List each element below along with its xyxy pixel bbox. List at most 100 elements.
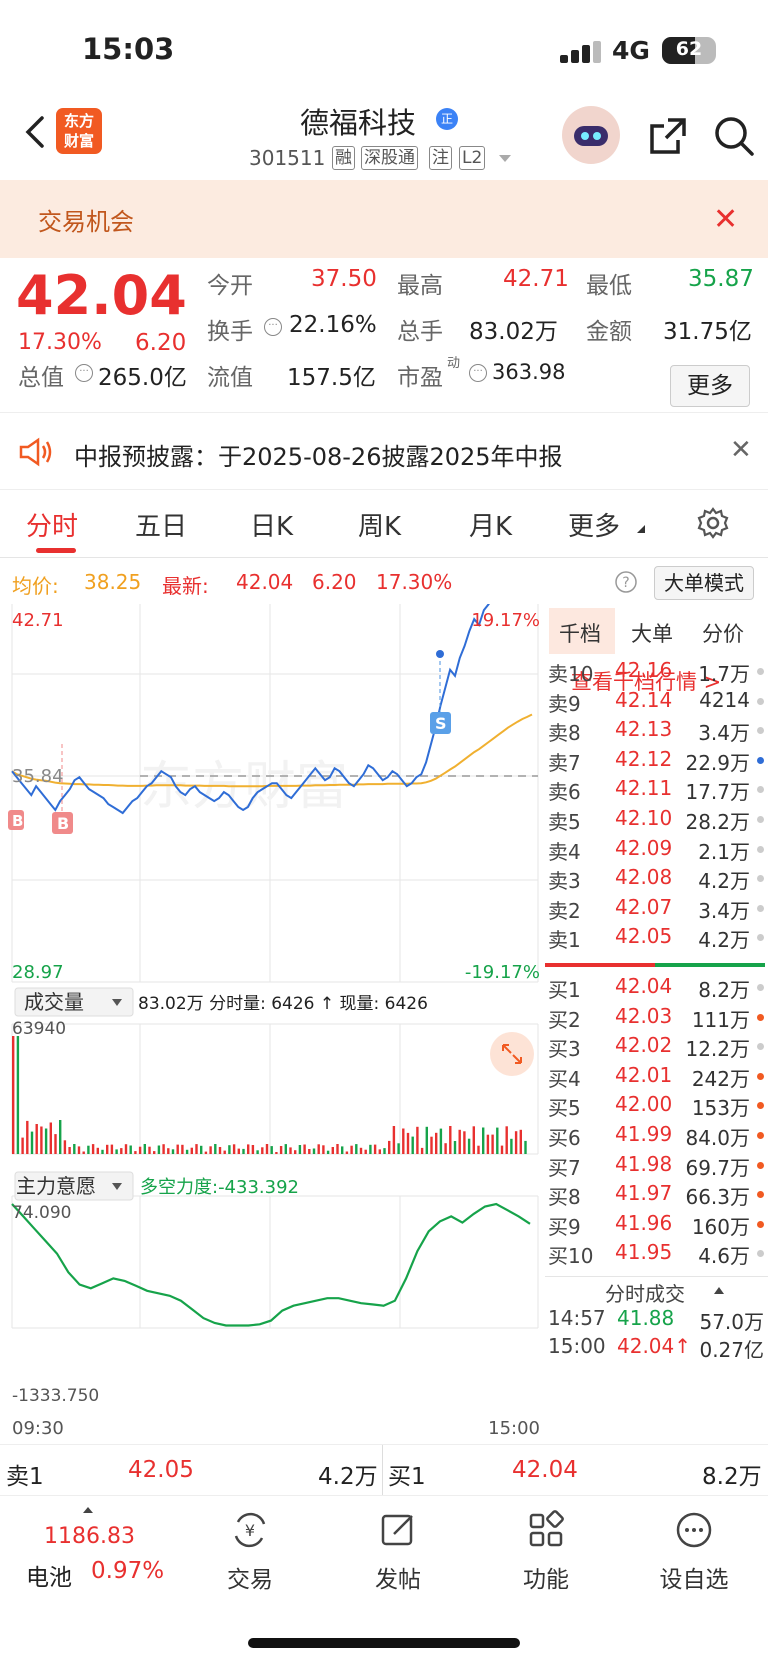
- tab-more[interactable]: 更多: [568, 506, 620, 543]
- tab-indicator: [36, 548, 76, 553]
- ask-row[interactable]: 卖10 42.16 1.7万: [545, 658, 768, 688]
- volume-bar: [143, 1144, 146, 1154]
- ask-row[interactable]: 卖4 42.09 2.1万: [545, 836, 768, 866]
- sell-marker[interactable]: S: [430, 712, 451, 734]
- last-value: 42.04: [236, 570, 294, 594]
- big-order-mode-button[interactable]: 大单模式: [654, 566, 754, 600]
- volume-bar: [209, 1146, 212, 1154]
- tab-depth[interactable]: 千档: [559, 618, 601, 648]
- tab-big-order[interactable]: 大单: [631, 618, 673, 648]
- bid-row[interactable]: 买9 41.96 160万: [545, 1211, 768, 1241]
- bid-ask-ratio-green: [655, 963, 765, 967]
- info-icon[interactable]: ···: [75, 364, 93, 382]
- y-bottom-label: 28.97: [12, 962, 64, 983]
- ask-row[interactable]: 卖5 42.10 28.2万: [545, 806, 768, 836]
- tab-daily-k[interactable]: 日K: [250, 506, 293, 543]
- info-icon[interactable]: ···: [264, 318, 282, 336]
- ask-price: 42.14: [615, 687, 673, 712]
- tab-price-distribution[interactable]: 分价: [702, 618, 744, 648]
- buy-marker-label: B: [12, 812, 23, 830]
- tick-price: 41.88: [617, 1306, 675, 1330]
- y-top-pct-label: 19.17%: [471, 610, 540, 631]
- notice-bar[interactable]: 中报预披露：于2025-08-26披露2025年中报 ✕: [0, 412, 768, 490]
- ask-row[interactable]: 卖1 42.05 4.2万: [545, 924, 768, 954]
- ask-row[interactable]: 卖2 42.07 3.4万: [545, 895, 768, 925]
- status-dot: [757, 984, 764, 991]
- bid-volume: 84.0万: [685, 1126, 750, 1150]
- share-icon[interactable]: [646, 114, 690, 158]
- bid-row[interactable]: 买6 41.99 84.0万: [545, 1122, 768, 1152]
- ask-row[interactable]: 卖6 42.11 17.7万: [545, 776, 768, 806]
- bid-row[interactable]: 买1 42.04 8.2万: [545, 974, 768, 1004]
- settings-icon[interactable]: [696, 506, 730, 540]
- bid-price: 42.01: [615, 1062, 673, 1087]
- ticks-title[interactable]: 分时成交: [605, 1278, 685, 1307]
- bid-row[interactable]: 买3 42.02 12.2万: [545, 1033, 768, 1063]
- network-type: 4G: [612, 36, 650, 65]
- ask-row[interactable]: 卖9 42.14 4214: [545, 688, 768, 718]
- pe-label: 市盈: [397, 365, 443, 391]
- volume-bar: [510, 1138, 513, 1154]
- bid-row[interactable]: 买10 41.95 4.6万: [545, 1240, 768, 1270]
- volume-bar: [204, 1151, 208, 1154]
- sell-marker-label: S: [435, 714, 447, 733]
- volume-bar: [359, 1147, 363, 1154]
- info-icon[interactable]: ···: [469, 364, 487, 382]
- ask-volume: 1.7万: [698, 662, 750, 686]
- battery-level: 62: [675, 38, 703, 60]
- bid-row[interactable]: 买5 42.00 153万: [545, 1092, 768, 1122]
- chevron-down-icon[interactable]: [498, 154, 512, 164]
- tick-row: 15:00 42.04↑ 0.27亿: [545, 1334, 768, 1364]
- bid-price: 41.98: [615, 1151, 673, 1176]
- ask-row[interactable]: 卖3 42.08 4.2万: [545, 865, 768, 895]
- status-dot: [757, 756, 764, 764]
- open-value: 37.50: [311, 266, 377, 292]
- volume-bar: [378, 1149, 381, 1154]
- ask-level: 卖4: [548, 839, 581, 864]
- volume-bar: [232, 1144, 236, 1154]
- tab-monthly-k[interactable]: 月K: [469, 506, 512, 543]
- ask-level: 卖3: [548, 869, 581, 894]
- bid-row[interactable]: 买7 41.98 69.7万: [545, 1152, 768, 1182]
- more-button[interactable]: 更多: [670, 365, 750, 407]
- tick-price: 42.04↑: [617, 1334, 692, 1358]
- bid-level: 买4: [548, 1066, 581, 1091]
- tag-registered: 注: [429, 146, 452, 170]
- buy-marker[interactable]: B: [52, 812, 73, 834]
- search-icon[interactable]: [712, 114, 756, 158]
- sector-index[interactable]: 1186.83 电池 0.97%: [0, 1496, 170, 1616]
- bid-volume: 111万: [691, 1007, 750, 1032]
- ask-row[interactable]: 卖8 42.13 3.4万: [545, 717, 768, 747]
- bid-row[interactable]: 买8 41.97 66.3万: [545, 1181, 768, 1211]
- close-icon[interactable]: ✕: [713, 202, 738, 237]
- ask-row[interactable]: 卖7 42.12 22.9万: [545, 747, 768, 777]
- back-icon[interactable]: [16, 112, 56, 152]
- status-dot: [757, 875, 764, 883]
- bid-row[interactable]: 买4 42.01 242万: [545, 1063, 768, 1093]
- tab-weekly-k[interactable]: 周K: [358, 506, 401, 543]
- close-icon[interactable]: ✕: [730, 435, 752, 465]
- volume-bar: [120, 1148, 123, 1154]
- tick-volume: 0.27亿: [699, 1338, 764, 1362]
- intraday-chart[interactable]: 东方财富 42.71 19.17% 35.84 28.97 -19.17% B …: [0, 572, 545, 1444]
- expand-icon[interactable]: [490, 1032, 534, 1076]
- tab-intraday[interactable]: 分时: [26, 506, 78, 543]
- buy-marker[interactable]: B: [8, 810, 24, 830]
- volume-bar: [73, 1144, 76, 1154]
- help-icon[interactable]: ?: [614, 570, 638, 594]
- volume-bar: [59, 1120, 62, 1154]
- nav-add-watchlist-label: 设自选: [659, 1567, 729, 1593]
- pe-sup: 动: [447, 356, 461, 371]
- volume-bar: [369, 1144, 372, 1154]
- bid-row[interactable]: 买2 42.03 111万: [545, 1004, 768, 1034]
- volume-bar: [439, 1128, 443, 1154]
- ai-assistant-avatar[interactable]: [562, 106, 620, 164]
- mktcap-value: 265.0亿: [98, 365, 187, 391]
- ask-level: 卖1: [548, 928, 581, 953]
- home-indicator[interactable]: [248, 1638, 520, 1648]
- ask-price: 42.13: [615, 717, 673, 742]
- stock-code: 301511: [249, 146, 326, 170]
- trade-opportunity-banner[interactable]: 交易机会 ✕: [0, 180, 768, 258]
- tab-five-day[interactable]: 五日: [135, 506, 187, 543]
- volume-bar: [129, 1145, 132, 1154]
